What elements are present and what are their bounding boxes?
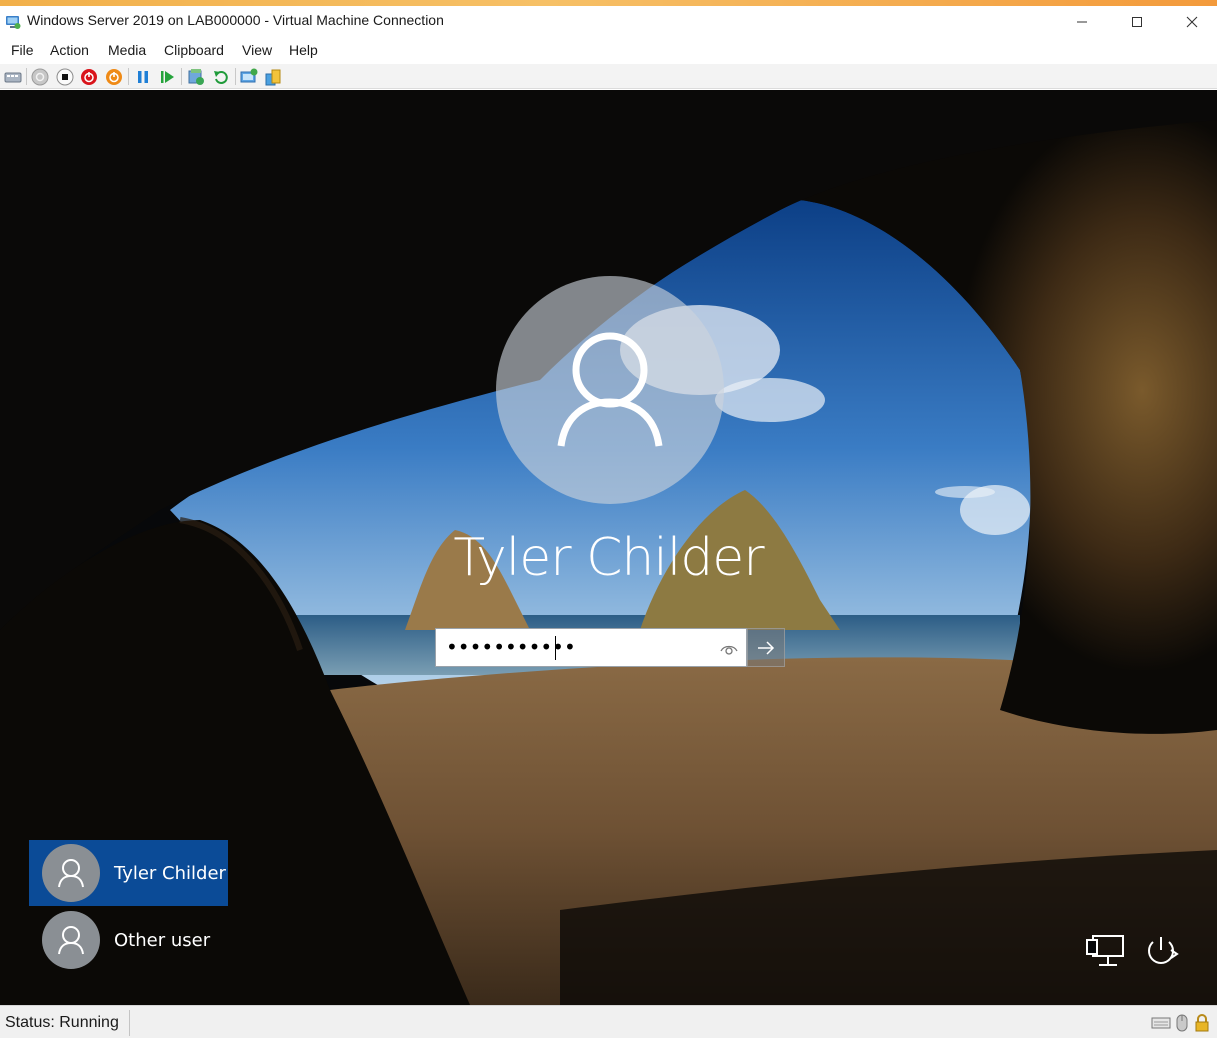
power-button[interactable] bbox=[1140, 933, 1182, 969]
title-bar[interactable]: Windows Server 2019 on LAB000000 - Virtu… bbox=[0, 6, 1217, 38]
user-icon bbox=[58, 926, 84, 955]
user-icon bbox=[557, 332, 663, 447]
avatar bbox=[42, 844, 100, 902]
turn-off-icon bbox=[56, 68, 74, 86]
user-tile-label: Other user bbox=[114, 929, 211, 951]
menu-file[interactable]: File bbox=[11, 42, 34, 58]
pause-button[interactable] bbox=[133, 67, 153, 87]
share-button[interactable] bbox=[263, 67, 283, 87]
minimize-icon bbox=[1077, 21, 1087, 23]
toolbar-separator bbox=[235, 68, 236, 85]
eye-icon[interactable] bbox=[719, 641, 739, 657]
power-icon bbox=[1148, 937, 1179, 964]
toolbar-separator bbox=[26, 68, 27, 85]
vm-status: Status: Running bbox=[5, 1014, 119, 1031]
turn-off-button[interactable] bbox=[55, 67, 75, 87]
toolbar-separator bbox=[128, 68, 129, 85]
toolbar bbox=[0, 64, 1217, 89]
pause-icon bbox=[138, 71, 148, 83]
enhanced-session-icon bbox=[240, 68, 258, 83]
ctrl-alt-del-icon bbox=[4, 72, 22, 83]
user-icon bbox=[58, 859, 84, 888]
status-separator bbox=[129, 1010, 130, 1036]
password-field[interactable]: ••••••••••• bbox=[435, 628, 747, 667]
menu-help[interactable]: Help bbox=[289, 42, 318, 58]
start-icon bbox=[31, 68, 49, 86]
text-caret bbox=[555, 636, 556, 660]
arrow-right-icon bbox=[758, 640, 775, 655]
checkpoint-button[interactable] bbox=[186, 67, 206, 87]
resume-button[interactable] bbox=[157, 67, 177, 87]
close-button[interactable] bbox=[1169, 6, 1215, 38]
submit-button[interactable] bbox=[747, 628, 785, 667]
maximize-icon bbox=[1132, 17, 1142, 27]
maximize-button[interactable] bbox=[1114, 6, 1160, 38]
shut-down-icon bbox=[81, 69, 97, 85]
menu-view[interactable]: View bbox=[242, 42, 272, 58]
save-icon bbox=[106, 69, 122, 85]
user-tile-other-user[interactable]: Other user bbox=[29, 907, 228, 973]
password-value: ••••••••••• bbox=[446, 635, 576, 659]
vm-connection-icon bbox=[6, 16, 21, 29]
network-button[interactable] bbox=[1084, 933, 1126, 969]
menu-action[interactable]: Action bbox=[50, 42, 89, 58]
mouse-icon bbox=[1176, 1014, 1188, 1032]
revert-icon bbox=[214, 71, 228, 84]
close-icon bbox=[1186, 16, 1198, 28]
window-title: Windows Server 2019 on LAB000000 - Virtu… bbox=[27, 12, 444, 28]
login-user-name: Tyler Childer bbox=[453, 528, 764, 588]
shut-down-button[interactable] bbox=[79, 67, 99, 87]
ctrl-alt-del-button[interactable] bbox=[3, 67, 23, 87]
menu-bar: File Action Media Clipboard View Help bbox=[0, 38, 1217, 64]
keyboard-icon bbox=[1151, 1014, 1171, 1032]
resume-icon bbox=[161, 71, 174, 83]
user-tile-tyler-childer[interactable]: Tyler Childer bbox=[29, 840, 228, 906]
status-bar: Status: Running bbox=[0, 1005, 1217, 1038]
network-icon bbox=[1086, 935, 1124, 966]
toolbar-separator bbox=[181, 68, 182, 85]
menu-clipboard[interactable]: Clipboard bbox=[164, 42, 224, 58]
revert-button[interactable] bbox=[211, 67, 231, 87]
checkpoint-icon bbox=[188, 69, 204, 85]
enhanced-session-button[interactable] bbox=[239, 67, 259, 87]
user-avatar bbox=[496, 276, 724, 504]
user-tile-label: Tyler Childer bbox=[114, 862, 226, 884]
start-button[interactable] bbox=[30, 67, 50, 87]
lock-icon bbox=[1195, 1014, 1209, 1032]
vm-screen[interactable]: Tyler Childer ••••••••••• Tyler Childer bbox=[0, 90, 1217, 1005]
save-button[interactable] bbox=[104, 67, 124, 87]
share-icon bbox=[265, 69, 281, 86]
avatar bbox=[42, 911, 100, 969]
minimize-button[interactable] bbox=[1059, 6, 1105, 38]
menu-media[interactable]: Media bbox=[108, 42, 146, 58]
